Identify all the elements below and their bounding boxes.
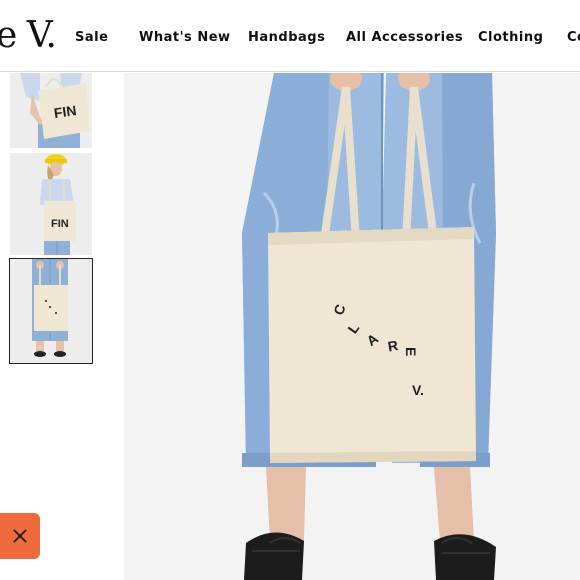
thumbnail-3-image bbox=[10, 259, 92, 363]
thumbnail-3[interactable] bbox=[9, 258, 93, 364]
nav-item-clothing[interactable]: Clothing bbox=[478, 28, 543, 48]
nav-item-sale[interactable]: Sale bbox=[75, 28, 108, 48]
nav-item-handbags[interactable]: Handbags bbox=[248, 28, 325, 48]
brand-logo[interactable]: e V. bbox=[0, 14, 57, 58]
main-product-photo: C L A R E V. bbox=[124, 73, 580, 580]
thumbnail-2-image: FIN bbox=[10, 153, 92, 255]
nav-item-whats-new[interactable]: What's New bbox=[139, 28, 231, 48]
thumbnail-2-tote-text: FIN bbox=[51, 218, 69, 230]
thumbnail-1[interactable]: FIN bbox=[10, 73, 92, 148]
main-product-image[interactable]: C L A R E V. bbox=[124, 73, 580, 580]
site-header: e V. Sale What's New Handbags All Access… bbox=[0, 0, 580, 72]
thumbnail-1-tote-text: FIN bbox=[53, 102, 78, 121]
close-button[interactable] bbox=[0, 513, 40, 559]
tote-letter-v: V. bbox=[412, 382, 424, 398]
thumbnail-1-image: FIN bbox=[10, 73, 92, 148]
close-icon bbox=[13, 529, 27, 543]
tote-letter-e: E bbox=[403, 347, 419, 356]
product-page: e V. Sale What's New Handbags All Access… bbox=[0, 0, 580, 580]
thumbnail-2[interactable]: FIN bbox=[10, 153, 92, 255]
nav-item-clothing-more[interactable]: Co bbox=[567, 28, 580, 48]
nav-item-all-accessories[interactable]: All Accessories bbox=[346, 28, 463, 48]
